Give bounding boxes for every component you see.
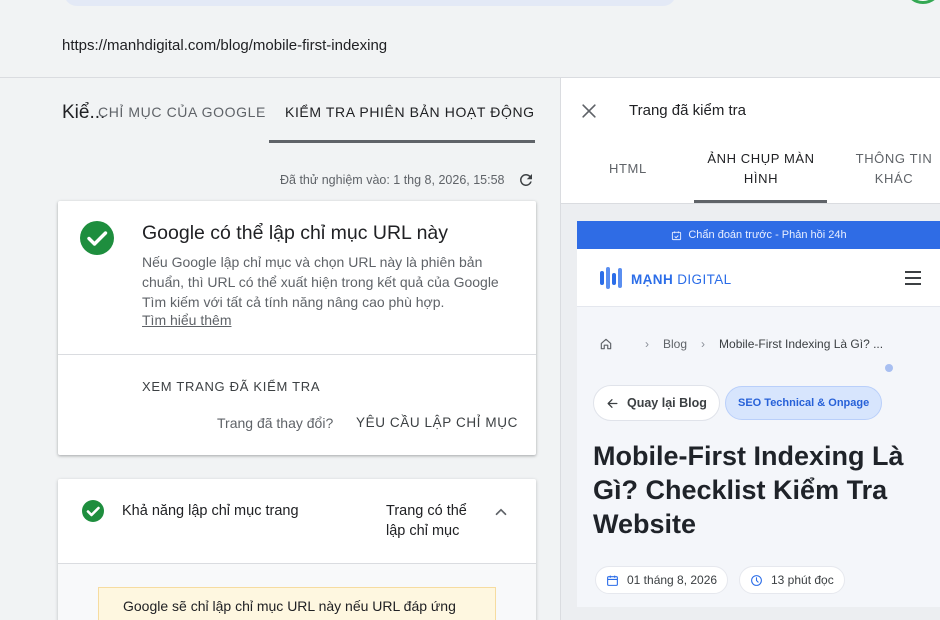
result-title: Google có thể lập chỉ mục URL này	[142, 222, 449, 244]
inspection-tabs: Kiể... CHỈ MỤC CỦA GOOGLE KIỂM TRA PHIÊN…	[58, 80, 560, 144]
back-to-blog-button[interactable]: Quay lại Blog	[593, 385, 720, 421]
calendar-icon	[607, 575, 618, 586]
request-indexing-button[interactable]: YÊU CẦU LẬP CHỈ MỤC	[356, 415, 518, 430]
screenshot-viewport[interactable]: Chẩn đoán trước - Phản hồi 24h MẠNH DIGI…	[561, 204, 940, 620]
breadcrumb-current: Mobile-First Indexing Là Gì? ...	[719, 337, 884, 351]
logo-rest: DIGITAL	[673, 272, 732, 287]
page-changed-label: Trang đã thay đổi?	[217, 415, 334, 431]
divider	[58, 354, 536, 355]
learn-more-link[interactable]: Tìm hiểu thêm	[142, 312, 231, 328]
chevron-right-icon: ›	[645, 337, 649, 351]
tested-timestamp: Đã thử nghiệm vào: 1 thg 8, 2026, 15:58	[280, 171, 535, 189]
clock-icon	[751, 574, 762, 586]
read-time-text: 13 phút đọc	[771, 573, 834, 587]
site-logo[interactable]: MẠNH DIGITAL	[631, 272, 732, 287]
active-tab-indicator	[269, 140, 535, 143]
publish-date-text: 01 tháng 8, 2026	[627, 573, 718, 587]
calendar-check-icon	[672, 230, 682, 240]
avatar[interactable]	[904, 0, 940, 4]
logo-icon	[600, 267, 622, 289]
tab-html[interactable]: HTML	[609, 159, 647, 179]
category-tag[interactable]: SEO Technical & Onpage	[725, 386, 883, 420]
arrow-left-icon	[607, 398, 618, 408]
check-circle-icon	[80, 221, 114, 255]
page-screenshot: Chẩn đoán trước - Phản hồi 24h MẠNH DIGI…	[577, 221, 940, 607]
promo-text: Chẩn đoán trước - Phản hồi 24h	[688, 229, 847, 241]
page-indexability-card: Khả năng lập chỉ mục trang Trang có thể …	[58, 479, 536, 620]
home-icon[interactable]	[599, 337, 613, 351]
tab-more-info[interactable]: THÔNG TIN KHÁC	[847, 149, 940, 189]
publish-date: 01 tháng 8, 2026	[595, 566, 729, 594]
tested-page-panel: Trang đã kiểm tra HTML ẢNH CHỤP MÀN HÌNH…	[560, 78, 940, 620]
search-input[interactable]	[64, 0, 676, 6]
inspected-url: https://manhdigital.com/blog/mobile-firs…	[62, 37, 388, 54]
breadcrumb: › Blog › Mobile-First Indexing Là Gì? ..…	[599, 337, 883, 351]
decorative-dot	[885, 364, 893, 372]
back-label: Quay lại Blog	[627, 396, 707, 410]
tab-screenshot[interactable]: ẢNH CHỤP MÀN HÌNH	[695, 149, 827, 189]
tab-google-index[interactable]: CHỈ MỤC CỦA GOOGLE	[98, 104, 266, 120]
tested-timestamp-text: Đã thử nghiệm vào: 1 thg 8, 2026, 15:58	[280, 173, 505, 187]
article-title: Mobile-First Indexing Là Gì? Checklist K…	[593, 441, 904, 539]
read-time: 13 phút đọc	[739, 566, 845, 594]
tab-live-test[interactable]: KIỂM TRA PHIÊN BẢN HOẠT ĐỘNG	[285, 104, 535, 120]
indexing-warning: Google sẽ chỉ lập chỉ mục URL này nếu UR…	[98, 587, 496, 620]
site-header: MẠNH DIGITAL	[577, 249, 940, 307]
view-tested-page-button[interactable]: XEM TRANG ĐÃ KIỂM TRA	[142, 379, 320, 394]
refresh-icon[interactable]	[517, 171, 535, 189]
check-circle-icon	[82, 500, 104, 522]
result-description: Nếu Google lập chỉ mục và chọn URL này l…	[142, 254, 499, 310]
indexability-status: Trang có thể lập chỉ mục	[386, 503, 467, 539]
chevron-right-icon: ›	[701, 337, 706, 351]
logo-bold: MẠNH	[631, 272, 674, 287]
top-bar: https://manhdigital.com/blog/mobile-firs…	[0, 0, 940, 78]
close-icon[interactable]	[579, 101, 599, 121]
promo-banner: Chẩn đoán trước - Phản hồi 24h	[577, 221, 940, 249]
breadcrumb-blog[interactable]: Blog	[663, 337, 687, 351]
hamburger-menu-icon[interactable]	[905, 271, 921, 285]
chevron-up-icon[interactable]	[492, 503, 510, 521]
indexable-result-card: Google có thể lập chỉ mục URL này Nếu Go…	[58, 201, 536, 455]
panel-title: Trang đã kiểm tra	[629, 102, 746, 119]
indexability-label: Khả năng lập chỉ mục trang	[122, 503, 299, 519]
